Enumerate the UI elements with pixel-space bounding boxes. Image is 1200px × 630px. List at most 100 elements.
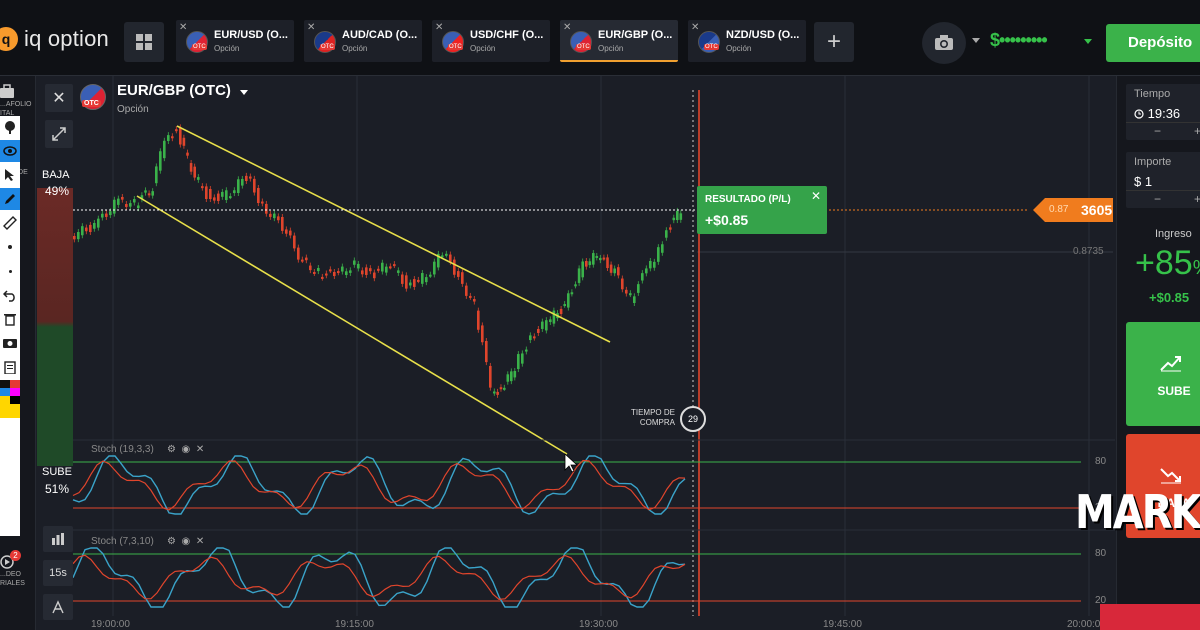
- close-tab-icon[interactable]: ✕: [691, 22, 699, 33]
- current-price-tag: 0.87 3605: [1033, 198, 1113, 222]
- purchase-timer: 29: [680, 406, 706, 432]
- income-label: Ingreso: [1155, 228, 1192, 240]
- eye-icon[interactable]: ◉: [182, 536, 191, 547]
- add-tab-button[interactable]: +: [814, 22, 854, 62]
- close-result-icon[interactable]: ✕: [811, 189, 821, 203]
- ind1-label[interactable]: Stoch (19,3,3): [91, 444, 154, 455]
- expand-chart-button[interactable]: [45, 120, 73, 148]
- tool-pencil[interactable]: [0, 188, 20, 210]
- timeframe-button[interactable]: 15s: [43, 560, 73, 586]
- sidebar-item-tutorials[interactable]: 2 ...DEO RIALES: [0, 550, 36, 588]
- amount-plus-button[interactable]: +: [1194, 192, 1200, 206]
- sidebar-item-label: ...DEO RIALES: [0, 571, 25, 587]
- otc-badge: OTC: [448, 44, 463, 50]
- eye-icon[interactable]: ◉: [182, 444, 191, 455]
- deposit-button[interactable]: Depósito: [1106, 24, 1200, 62]
- tab-sub: Opción: [342, 44, 368, 53]
- top-bar: q iq option ✕ OTC EUR/USD (O... Opción ✕…: [0, 0, 1200, 76]
- call-up-button[interactable]: SUBE: [1126, 322, 1200, 426]
- pencil-icon: [5, 194, 15, 204]
- tool-camera[interactable]: [0, 332, 20, 354]
- watermark-text: MARKLI: [1075, 486, 1200, 540]
- tool-eye[interactable]: [0, 140, 20, 162]
- sentiment-down-pct: 49%: [45, 184, 70, 198]
- ind2-stoch-k-line: [72, 547, 686, 608]
- close-icon[interactable]: ✕: [196, 444, 204, 455]
- tool-clipboard[interactable]: [0, 356, 20, 378]
- amount-value[interactable]: $ 1: [1134, 174, 1152, 189]
- time-plus-button[interactable]: +: [1194, 124, 1200, 138]
- x-tick-label: 20:00:0: [1067, 619, 1101, 630]
- drawing-icon: [52, 600, 64, 614]
- ind2-controls: ⚙ ◉ ✕: [167, 536, 204, 547]
- settings-icon[interactable]: ⚙: [167, 444, 176, 455]
- briefcase-icon: [0, 84, 14, 98]
- field-label: Importe: [1134, 156, 1172, 168]
- asset-selector[interactable]: EUR/GBP (OTC): [117, 82, 231, 99]
- draw-tools-button[interactable]: [43, 594, 73, 620]
- close-icon: ✕: [52, 90, 66, 107]
- tab-sub: Opción: [726, 44, 752, 53]
- field-separator: [1126, 122, 1200, 123]
- sidebar-item-portfolio[interactable]: ...AFOLIO ITAL: [0, 84, 36, 118]
- field-label: Tiempo: [1134, 88, 1171, 100]
- otc-badge: OTC: [82, 100, 101, 107]
- watermark-banner: [1100, 604, 1200, 630]
- close-tab-icon[interactable]: ✕: [307, 22, 315, 33]
- amount-minus-button[interactable]: −: [1154, 192, 1161, 206]
- expiry-time-field[interactable]: Tiempo 19:36 − +: [1126, 84, 1200, 140]
- time-value: 19:36: [1147, 106, 1181, 121]
- close-icon[interactable]: ✕: [196, 536, 204, 547]
- tab-sub: Opción: [470, 44, 496, 53]
- close-tab-icon[interactable]: ✕: [179, 22, 187, 33]
- brush-icon: [5, 121, 15, 134]
- clipboard-icon: [4, 361, 16, 374]
- asset-tab-usd-chf[interactable]: ✕ OTC USD/CHF (O... Opción: [432, 20, 550, 62]
- close-tab-icon[interactable]: ✕: [563, 22, 571, 33]
- screenshot-button[interactable]: [922, 22, 966, 64]
- close-tab-icon[interactable]: ✕: [435, 22, 443, 33]
- chart-area[interactable]: ✕ OTC EUR/GBP (OTC) Opción BAJA 49% SUBE…: [37, 76, 1115, 630]
- trend-line-lower: [136, 195, 568, 455]
- x-tick-label: 19:00:00: [91, 619, 130, 630]
- close-chart-button[interactable]: ✕: [45, 84, 73, 112]
- asset-tab-aud-cad[interactable]: ✕ OTC AUD/CAD (O... Opción: [304, 20, 422, 62]
- asset-tab-nzd-usd[interactable]: ✕ OTC NZD/USD (O... Opción: [688, 20, 806, 62]
- income-percentage: +85%: [1135, 244, 1200, 283]
- dot-icon: [8, 245, 12, 249]
- amount-field[interactable]: Importe $ 1 − +: [1126, 152, 1200, 208]
- tool-cursor[interactable]: [0, 116, 20, 138]
- tool-delete[interactable]: [0, 308, 20, 330]
- chevron-down-icon[interactable]: [240, 90, 248, 95]
- camera-icon: [935, 35, 953, 50]
- tool-dot[interactable]: [0, 236, 20, 258]
- field-value: 19:36: [1134, 106, 1180, 121]
- account-balance[interactable]: $•••••••••: [990, 30, 1048, 51]
- app-logo[interactable]: q iq option: [0, 26, 109, 52]
- x-tick-label: 19:45:00: [823, 619, 862, 630]
- expand-icon: [52, 127, 66, 141]
- indicators-button[interactable]: [43, 526, 73, 552]
- tool-color-picker[interactable]: [0, 380, 20, 418]
- tab-name: EUR/USD (O...: [214, 29, 288, 41]
- tool-ruler[interactable]: [0, 212, 20, 234]
- settings-icon[interactable]: ⚙: [167, 536, 176, 547]
- tab-name: USD/CHF (O...: [470, 29, 544, 41]
- tool-dot-small[interactable]: [0, 260, 20, 282]
- ind2-label[interactable]: Stoch (7,3,10): [91, 536, 154, 547]
- reference-price: 0.8735: [1073, 246, 1104, 257]
- time-minus-button[interactable]: −: [1154, 124, 1161, 138]
- asset-tab-eur-usd[interactable]: ✕ OTC EUR/USD (O... Opción: [176, 20, 294, 62]
- tool-pointer[interactable]: [0, 164, 20, 186]
- otc-badge: OTC: [576, 44, 591, 50]
- assets-grid-button[interactable]: [124, 22, 164, 62]
- trash-icon: [4, 314, 16, 326]
- balance-chevron-down-icon[interactable]: [1084, 39, 1092, 44]
- chevron-down-icon[interactable]: [972, 38, 980, 43]
- asset-tab-eur-gbp[interactable]: ✕ OTC EUR/GBP (O... Opción: [560, 20, 678, 62]
- tool-undo[interactable]: [0, 284, 20, 306]
- trend-line-upper: [176, 125, 611, 343]
- grid-lines: [112, 76, 1090, 616]
- ind1-level-label: 80: [1095, 456, 1107, 467]
- plus-icon: +: [826, 28, 841, 55]
